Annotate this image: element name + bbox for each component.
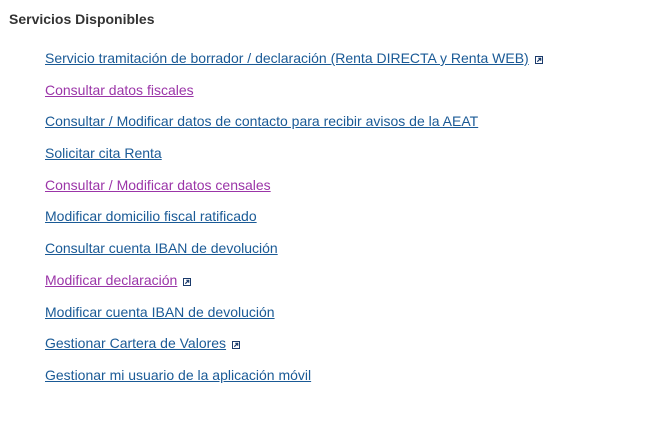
service-item: Servicio tramitación de borrador / decla… <box>45 50 543 82</box>
service-link-datos-censales[interactable]: Consultar / Modificar datos censales <box>45 177 271 193</box>
service-link-tramitacion-borrador[interactable]: Servicio tramitación de borrador / decla… <box>45 50 529 66</box>
service-link-cita-renta[interactable]: Solicitar cita Renta <box>45 145 162 161</box>
services-panel: Servicios Disponibles Servicio tramitaci… <box>0 0 646 421</box>
service-item: Gestionar mi usuario de la aplicación mó… <box>45 367 543 399</box>
service-link-usuario-app-movil[interactable]: Gestionar mi usuario de la aplicación mó… <box>45 367 311 383</box>
service-link-consultar-iban[interactable]: Consultar cuenta IBAN de devolución <box>45 240 278 256</box>
service-item: Consultar cuenta IBAN de devolución <box>45 240 543 272</box>
service-item: Modificar declaración <box>45 272 543 304</box>
service-link-modificar-declaracion[interactable]: Modificar declaración <box>45 272 177 288</box>
service-link-domicilio-fiscal[interactable]: Modificar domicilio fiscal ratificado <box>45 208 257 224</box>
external-link-icon[interactable] <box>232 341 241 350</box>
service-item: Modificar domicilio fiscal ratificado <box>45 208 543 240</box>
service-link-cartera-valores[interactable]: Gestionar Cartera de Valores <box>45 335 226 351</box>
service-link-datos-contacto[interactable]: Consultar / Modificar datos de contacto … <box>45 113 478 129</box>
service-item: Solicitar cita Renta <box>45 145 543 177</box>
section-title: Servicios Disponibles <box>9 11 155 27</box>
external-link-icon[interactable] <box>183 277 192 286</box>
service-link-consultar-datos-fiscales[interactable]: Consultar datos fiscales <box>45 82 194 98</box>
external-link-icon[interactable] <box>534 56 543 64</box>
service-link-modificar-iban[interactable]: Modificar cuenta IBAN de devolución <box>45 304 275 320</box>
service-item: Gestionar Cartera de Valores <box>45 335 543 367</box>
service-item: Modificar cuenta IBAN de devolución <box>45 304 543 336</box>
service-item: Consultar / Modificar datos censales <box>45 177 543 209</box>
service-item: Consultar datos fiscales <box>45 82 543 114</box>
service-item: Consultar / Modificar datos de contacto … <box>45 113 543 145</box>
service-list: Servicio tramitación de borrador / decla… <box>45 50 543 399</box>
